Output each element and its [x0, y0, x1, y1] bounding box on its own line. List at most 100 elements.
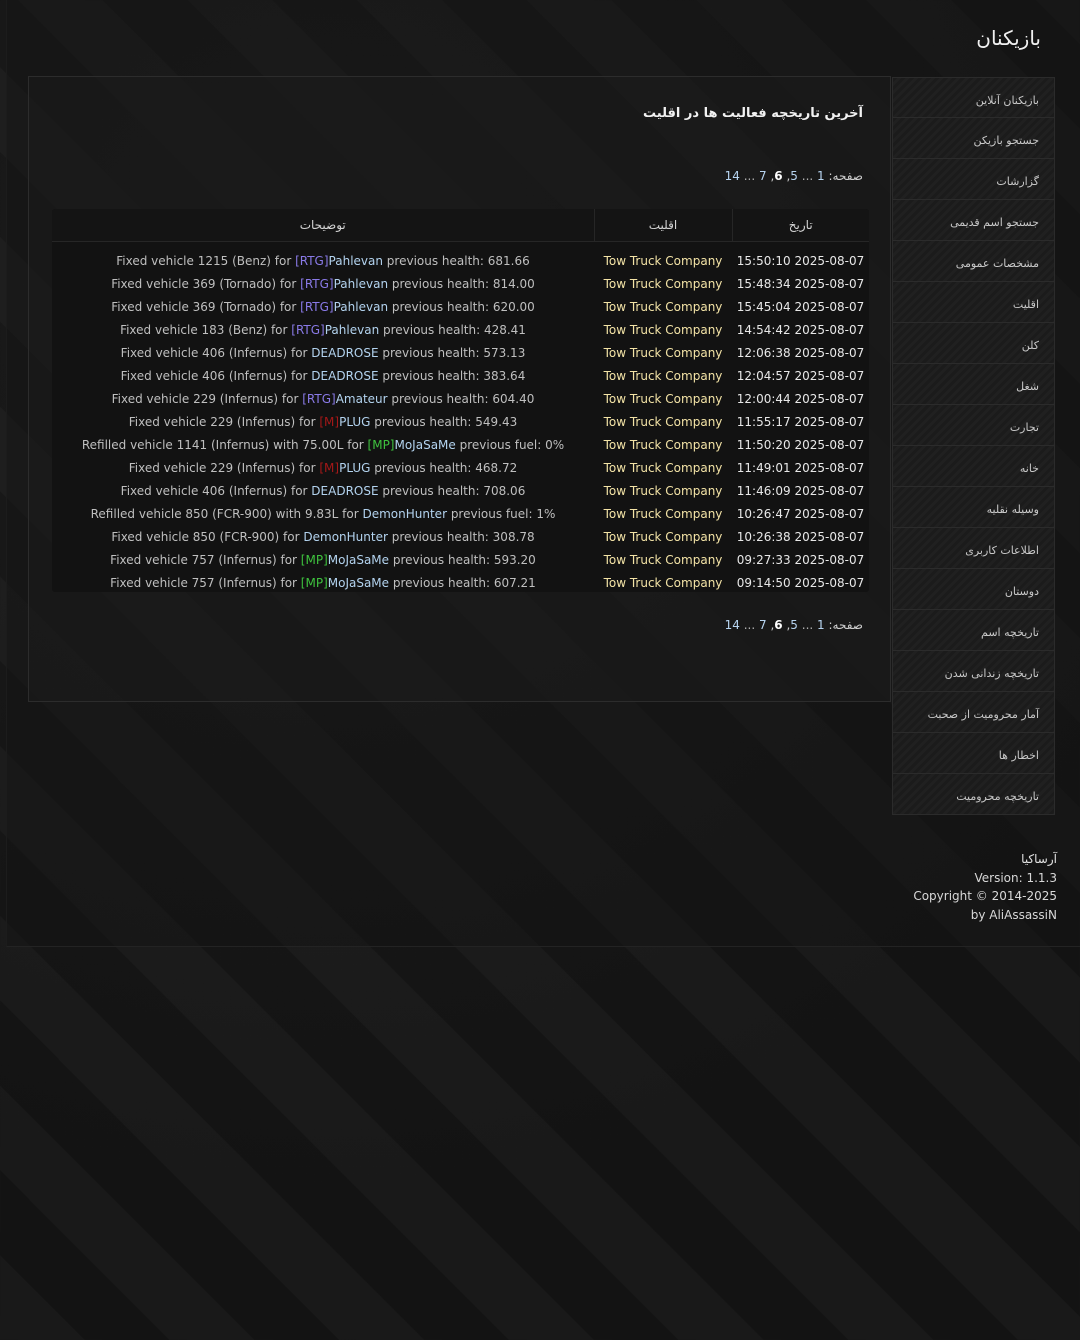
cell-description: Fixed vehicle 757 (Infernus) for [MP]MoJ… [52, 571, 594, 592]
cell-description: Refilled vehicle 1141 (Infernus) with 75… [52, 433, 594, 456]
player-link[interactable]: [M]PLUG [319, 415, 370, 429]
page-link-last[interactable]: 14 [725, 169, 740, 183]
player-link[interactable]: [RTG]Pahlevan [295, 254, 383, 268]
description-text: Fixed vehicle 757 (Infernus) for [110, 552, 301, 567]
footer-author: by AliAssassiN [970, 907, 1057, 922]
sidebar-item[interactable]: تاریخچه اسم [892, 610, 1055, 651]
cell-group-link[interactable]: Tow Truck Company [594, 318, 732, 341]
sidebar-item[interactable]: تاریخچه زندانی شدن [892, 651, 1055, 692]
player-tag: [M] [319, 460, 340, 475]
player-name: MoJaSaMe [327, 575, 390, 590]
description-text: Fixed vehicle 406 (Infernus) for [120, 345, 312, 360]
player-link[interactable]: DemonHunter [303, 530, 388, 544]
sidebar-item[interactable]: دوستان [892, 569, 1055, 610]
page-link-last[interactable]: 14 [725, 618, 740, 632]
panel-heading: آخرین تاریخچه فعالیت ها در اقلیت [643, 106, 863, 121]
player-name: Pahlevan [333, 276, 389, 291]
sidebar-item[interactable]: تاریخچه محرومیت [892, 774, 1055, 815]
cell-group-link[interactable]: Tow Truck Company [594, 341, 732, 364]
player-link[interactable]: DemonHunter [362, 507, 447, 521]
cell-description: Fixed vehicle 406 (Infernus) for DEADROS… [52, 341, 594, 364]
player-link[interactable]: [M]PLUG [319, 461, 370, 475]
cell-description: Fixed vehicle 369 (Tornado) for [RTG]Pah… [52, 272, 594, 295]
table-row: 2025-08-07 12:00:44 Tow Truck Company Fixe… [52, 387, 869, 410]
cell-description: Fixed vehicle 757 (Infernus) for [MP]MoJ… [52, 548, 594, 571]
cell-description: Fixed vehicle 369 (Tornado) for [RTG]Pah… [52, 295, 594, 318]
player-name: DEADROSE [311, 368, 379, 383]
sidebar-item[interactable]: خانه [892, 446, 1055, 487]
table-row: 2025-08-07 09:14:50 Tow Truck Company Fixe… [52, 571, 869, 592]
pagination-bottom: صفحه: 1 ... 5, 6, 7 ... 14 [725, 618, 863, 632]
player-name: Pahlevan [333, 299, 389, 314]
description-text: Fixed vehicle 229 (Infernus) for [111, 391, 303, 406]
description-text: previous health: 681.66 [382, 253, 530, 268]
player-link[interactable]: DEADROSE [311, 346, 378, 360]
player-link[interactable]: [RTG]Amateur [302, 392, 387, 406]
player-link[interactable]: DEADROSE [311, 484, 378, 498]
cell-group-link[interactable]: Tow Truck Company [594, 525, 732, 548]
page-link-next[interactable]: 7 [759, 618, 767, 632]
player-link[interactable]: [MP]MoJaSaMe [301, 553, 389, 567]
sidebar-item[interactable]: کلن [892, 323, 1055, 364]
footer-copyright: Copyright © 2014-2025 [913, 889, 1057, 903]
sidebar-item[interactable]: گزارشات [892, 159, 1055, 200]
cell-description: Fixed vehicle 1215 (Benz) for [RTG]Pahle… [52, 242, 594, 273]
sidebar-item[interactable]: شغل [892, 364, 1055, 405]
footer-site-link[interactable]: آرساکیا [913, 850, 1057, 869]
player-link[interactable]: [RTG]Pahlevan [300, 277, 388, 291]
player-tag: [RTG] [295, 253, 329, 268]
sidebar-item[interactable]: اطلاعات کاربری [892, 528, 1055, 569]
page-current: 6 [774, 618, 783, 632]
sidebar-item[interactable]: اخطار ها [892, 733, 1055, 774]
cell-group-link[interactable]: Tow Truck Company [594, 456, 732, 479]
cell-group-link[interactable]: Tow Truck Company [594, 502, 732, 525]
player-link[interactable]: DEADROSE [311, 369, 378, 383]
sidebar-item[interactable]: بازیکنان آنلاین [892, 77, 1055, 118]
cell-date: 2025-08-07 11:55:17 [736, 414, 865, 429]
page-link-prev[interactable]: 5 [790, 618, 798, 632]
cell-date: 2025-08-07 14:54:42 [736, 322, 865, 337]
cell-group-link[interactable]: Tow Truck Company [594, 242, 732, 273]
sidebar-item[interactable]: تجارت [892, 405, 1055, 446]
player-tag: [RTG] [302, 391, 336, 406]
sidebar-item[interactable]: مشخصات عمومی [892, 241, 1055, 282]
cell-group-link[interactable]: Tow Truck Company [594, 548, 732, 571]
player-link[interactable]: [MP]MoJaSaMe [368, 438, 456, 452]
cell-date: 2025-08-07 11:49:01 [736, 460, 865, 475]
description-text: Fixed vehicle 229 (Infernus) for [128, 414, 320, 429]
page-link-first[interactable]: 1 [817, 618, 825, 632]
cell-group-link[interactable]: Tow Truck Company [594, 433, 732, 456]
cell-group-link[interactable]: Tow Truck Company [594, 295, 732, 318]
player-name: PLUG [339, 414, 371, 429]
player-tag: [M] [319, 414, 340, 429]
sidebar-item[interactable]: وسیله نقلیه [892, 487, 1055, 528]
player-link[interactable]: [RTG]Pahlevan [291, 323, 379, 337]
table-row: 2025-08-07 12:06:38 Tow Truck Company Fixe… [52, 341, 869, 364]
sidebar-item[interactable]: اقلیت [892, 282, 1055, 323]
cell-group-link[interactable]: Tow Truck Company [594, 364, 732, 387]
pagination-ellipsis: ... [743, 169, 756, 183]
player-name: Amateur [335, 391, 388, 406]
cell-group-link[interactable]: Tow Truck Company [594, 479, 732, 502]
cell-group-link[interactable]: Tow Truck Company [594, 272, 732, 295]
cell-group-link[interactable]: Tow Truck Company [594, 410, 732, 433]
player-tag: [MP] [300, 552, 328, 567]
cell-group-link[interactable]: Tow Truck Company [594, 387, 732, 410]
cell-date: 2025-08-07 09:27:33 [736, 552, 865, 567]
cell-description: Fixed vehicle 406 (Infernus) for DEADROS… [52, 479, 594, 502]
sidebar-item[interactable]: جستجو بازیکن [892, 118, 1055, 159]
player-link[interactable]: [RTG]Pahlevan [300, 300, 388, 314]
table-header-row: تاریخ اقلیت توضیحات [52, 209, 869, 242]
player-link[interactable]: [MP]MoJaSaMe [301, 576, 389, 590]
sidebar-item[interactable]: جستجو اسم قدیمی [892, 200, 1055, 241]
table-row: 2025-08-07 15:48:34 Tow Truck Company Fixe… [52, 272, 869, 295]
page-link-first[interactable]: 1 [817, 169, 825, 183]
footer: آرساکیا Version: 1.1.3 Copyright © 2014-… [913, 850, 1057, 924]
page-link-prev[interactable]: 5 [790, 169, 798, 183]
description-text: previous health: 620.00 [388, 299, 535, 314]
cell-group-link[interactable]: Tow Truck Company [594, 571, 732, 592]
sidebar-item[interactable]: آمار محرومیت از صحبت [892, 692, 1055, 733]
page-link-next[interactable]: 7 [759, 169, 767, 183]
pagination-ellipsis: ... [801, 618, 814, 632]
table-body: 2025-08-07 15:50:10 Tow Truck Company Fixe… [52, 242, 869, 593]
